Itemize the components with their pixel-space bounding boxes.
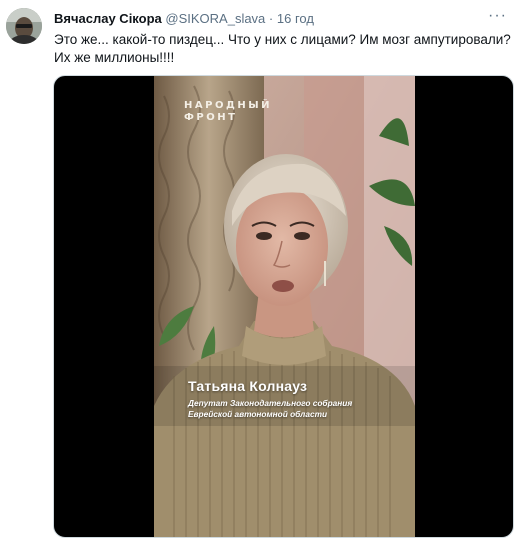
- tweet-header: Вячаслау Сікора @SIKORA_slava · 16 год: [54, 10, 487, 28]
- tweet-text: Это же... какой-то пиздец... Что у них с…: [54, 31, 516, 67]
- video-caption-name: Татьяна Колнауз: [188, 378, 308, 394]
- avatar-image: [6, 8, 42, 44]
- tweet-text-line: Это же... какой-то пиздец... Что у них с…: [54, 32, 511, 47]
- video-still: [154, 76, 415, 537]
- tweet-text-line: Их же миллионы!!!!: [54, 50, 175, 65]
- video-caption-title: Депутат Законодательного собрания Еврейс…: [188, 398, 352, 420]
- timestamp[interactable]: 16 год: [277, 11, 314, 26]
- caption-title-line: Депутат Законодательного собрания: [188, 398, 353, 408]
- author-name[interactable]: Вячаслау Сікора: [54, 11, 162, 26]
- tweet: Вячаслау Сікора @SIKORA_slava · 16 год ·…: [0, 0, 517, 547]
- author-handle[interactable]: @SIKORA_slava: [165, 11, 265, 26]
- caption-title-line: Еврейской автономной области: [188, 409, 328, 419]
- avatar[interactable]: [6, 8, 42, 44]
- more-options-icon[interactable]: ···: [488, 8, 507, 24]
- video-frame[interactable]: НАРОДНЫЙ ФРОНТ Татьяна Колнауз Депутат З…: [154, 76, 415, 537]
- video-player[interactable]: НАРОДНЫЙ ФРОНТ Татьяна Колнауз Депутат З…: [53, 75, 514, 538]
- channel-watermark: НАРОДНЫЙ ФРОНТ: [184, 100, 272, 124]
- watermark-line: ФРОНТ: [184, 112, 238, 123]
- watermark-line: НАРОДНЫЙ: [184, 100, 272, 111]
- separator-dot: ·: [268, 11, 274, 26]
